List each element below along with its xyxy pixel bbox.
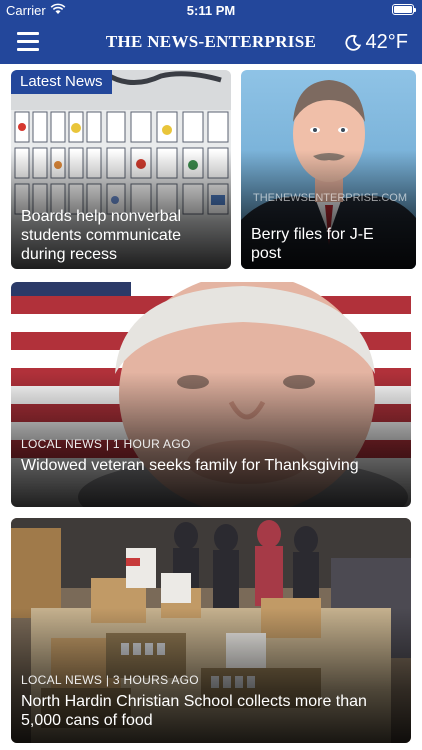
status-time: 5:11 PM xyxy=(186,3,236,18)
moon-icon xyxy=(344,34,361,51)
battery-icon xyxy=(392,4,416,15)
photo-watermark: THENEWSENTERPRISE.COM xyxy=(253,192,408,204)
story-card-veteran[interactable]: LOCAL NEWS | 1 HOUR AGO Widowed veteran … xyxy=(11,282,411,507)
story-headline: North Hardin Christian School collects m… xyxy=(21,693,367,729)
story-headline: Berry files for J-E post xyxy=(251,226,374,262)
weather-widget[interactable]: 42°F xyxy=(344,31,408,54)
nav-bar: THE NEWS-ENTERPRISE 42°F xyxy=(0,20,422,64)
latest-news-badge: Latest News xyxy=(11,70,112,94)
story-meta: LOCAL NEWS | 3 HOURS AGO xyxy=(21,673,199,687)
story-headline: Boards help nonverbal students communica… xyxy=(21,208,182,263)
temperature-label: 42°F xyxy=(365,31,408,53)
story-card-boards[interactable]: Latest News Boards help nonverbal studen… xyxy=(11,70,231,269)
story-card-food-drive[interactable]: LOCAL NEWS | 3 HOURS AGO North Hardin Ch… xyxy=(11,518,411,743)
story-headline: Widowed veteran seeks family for Thanksg… xyxy=(21,457,359,474)
story-meta: LOCAL NEWS | 1 HOUR AGO xyxy=(21,437,191,451)
status-bar: Carrier 5:11 PM xyxy=(0,0,422,20)
story-card-berry[interactable]: THENEWSENTERPRISE.COM Berry files for J-… xyxy=(241,70,416,269)
